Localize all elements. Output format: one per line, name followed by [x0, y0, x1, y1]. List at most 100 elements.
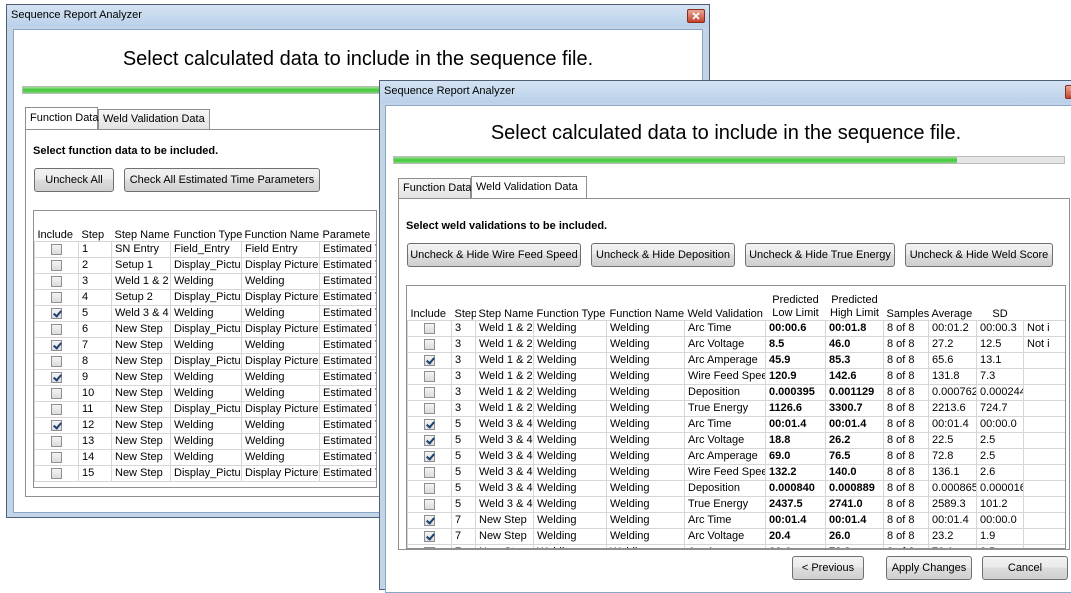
- front-col-step[interactable]: Step: [452, 286, 476, 320]
- include-checkbox[interactable]: [51, 275, 62, 287]
- table-row[interactable]: 5 Weld 3 & 4 Welding Welding Deposition 0.000…: [407, 479, 1065, 497]
- front-col-weld-validation[interactable]: Weld Validation: [685, 286, 766, 320]
- table-row[interactable]: 7New StepWeldingWeldingEstimated Ti: [34, 336, 376, 354]
- front-tab-weld-validation[interactable]: Weld Validation Data: [471, 176, 587, 198]
- back-col-function-type[interactable]: Function Type: [171, 211, 242, 241]
- table-row[interactable]: 8New StepDisplay_PictureDisplay PictureE…: [34, 352, 376, 370]
- include-checkbox[interactable]: [51, 307, 62, 319]
- include-checkbox[interactable]: [424, 466, 435, 478]
- back-col-step-name[interactable]: Step Name: [112, 211, 171, 241]
- include-checkbox[interactable]: [424, 338, 435, 350]
- check-all-estimated-time-button[interactable]: Check All Estimated Time Parameters: [124, 168, 320, 192]
- include-checkbox[interactable]: [51, 387, 62, 399]
- table-row[interactable]: 12New StepWeldingWeldingEstimated Ti: [34, 416, 376, 434]
- include-checkbox[interactable]: [424, 322, 435, 334]
- back-col-parameter[interactable]: Paramete: [320, 211, 377, 241]
- include-checkbox[interactable]: [424, 530, 435, 542]
- include-checkbox[interactable]: [51, 435, 62, 447]
- include-checkbox[interactable]: [51, 467, 62, 479]
- table-row[interactable]: 3 Weld 1 & 2 Welding Welding Deposition 0.000…: [407, 383, 1065, 401]
- table-row[interactable]: 3 Weld 1 & 2 Welding Welding Wire Feed Speed…: [407, 367, 1065, 385]
- include-checkbox[interactable]: [424, 546, 435, 548]
- include-checkbox[interactable]: [424, 450, 435, 462]
- cancel-button[interactable]: Cancel: [982, 556, 1068, 580]
- include-checkbox[interactable]: [424, 498, 435, 510]
- table-row[interactable]: 3Weld 1 & 2WeldingWeldingEstimated Ti: [34, 272, 376, 290]
- front-col-step-name[interactable]: Step Name: [476, 286, 534, 320]
- hide-wire-feed-speed-button[interactable]: Uncheck & Hide Wire Feed Speed: [407, 243, 581, 267]
- include-checkbox[interactable]: [424, 482, 435, 494]
- front-weld-validation-grid[interactable]: Include Step Step Name Function Type Fun…: [406, 285, 1066, 549]
- table-row[interactable]: 3 Weld 1 & 2 Welding Welding True Energy 1126…: [407, 399, 1065, 417]
- include-checkbox[interactable]: [424, 370, 435, 382]
- table-row[interactable]: 5 Weld 3 & 4 Welding Welding Arc Time 00:01.4…: [407, 415, 1065, 433]
- hide-weld-score-button[interactable]: Uncheck & Hide Weld Score: [905, 243, 1053, 267]
- table-row[interactable]: 1 SN Entry Field_Entry Field Entry Estimated…: [34, 240, 376, 258]
- table-row[interactable]: 3 Weld 1 & 2 Welding Welding Arc Voltage 8.5 4…: [407, 335, 1065, 353]
- cell-sd: 13.1: [976, 351, 1024, 369]
- hide-true-energy-button[interactable]: Uncheck & Hide True Energy: [745, 243, 895, 267]
- front-col-include[interactable]: Include: [408, 286, 452, 320]
- table-row[interactable]: 11New StepDisplay_PictureDisplay Picture…: [34, 400, 376, 418]
- include-checkbox[interactable]: [51, 259, 62, 271]
- previous-button[interactable]: < Previous: [792, 556, 864, 580]
- back-close-button[interactable]: [687, 9, 705, 23]
- table-row[interactable]: 6New StepDisplay_PictureDisplay PictureE…: [34, 320, 376, 338]
- include-checkbox[interactable]: [51, 371, 62, 383]
- front-col-function-name[interactable]: Function Name: [607, 286, 685, 320]
- table-row[interactable]: 7 New Step Welding Welding Arc Time 00:01.4 00…: [407, 511, 1065, 529]
- front-col-average[interactable]: Average: [929, 286, 977, 320]
- table-row[interactable]: 3 Weld 1 & 2 Welding Welding Arc Amperage 45.…: [407, 351, 1065, 369]
- include-checkbox[interactable]: [424, 418, 435, 430]
- table-row[interactable]: 5 Weld 3 & 4 Welding Welding Arc Voltage 18.8…: [407, 431, 1065, 449]
- table-row[interactable]: 13New StepWeldingWeldingEstimated Ti: [34, 432, 376, 450]
- table-row[interactable]: 2Setup 1Display_PictureDisplay PictureEs…: [34, 256, 376, 274]
- include-checkbox[interactable]: [51, 451, 62, 463]
- include-checkbox[interactable]: [51, 243, 62, 255]
- include-checkbox[interactable]: [51, 339, 62, 351]
- uncheck-all-button[interactable]: Uncheck All: [34, 168, 114, 192]
- table-row[interactable]: 5 Weld 3 & 4 Welding Welding Arc Amperage 69.…: [407, 447, 1065, 465]
- table-row[interactable]: 5Weld 3 & 4WeldingWeldingEstimated Ti: [34, 304, 376, 322]
- back-function-table: Include Step Step Name Function Type Fun…: [34, 211, 377, 482]
- front-col-predicted-high-limit[interactable]: Predicted High Limit: [826, 286, 884, 320]
- include-checkbox[interactable]: [51, 355, 62, 367]
- include-checkbox[interactable]: [51, 291, 62, 303]
- table-row[interactable]: 5 Weld 3 & 4 Welding Welding Wire Feed Speed…: [407, 463, 1065, 481]
- back-tab-weld-validation[interactable]: Weld Validation Data: [98, 109, 210, 129]
- hide-deposition-button[interactable]: Uncheck & Hide Deposition: [591, 243, 735, 267]
- table-row[interactable]: 15New StepDisplay_PictureDisplay Picture…: [34, 464, 376, 482]
- back-tab-function-data[interactable]: Function Data: [25, 107, 98, 129]
- front-col-samples[interactable]: Samples: [884, 286, 929, 320]
- include-checkbox[interactable]: [424, 386, 435, 398]
- table-row[interactable]: 7New StepWeldingWeldingArc Amperage66.47…: [407, 543, 1065, 548]
- back-title-bar[interactable]: Sequence Report Analyzer: [7, 5, 709, 28]
- include-checkbox[interactable]: [51, 323, 62, 335]
- include-checkbox[interactable]: [424, 514, 435, 526]
- apply-changes-button[interactable]: Apply Changes: [886, 556, 972, 580]
- include-checkbox[interactable]: [424, 434, 435, 446]
- include-checkbox[interactable]: [424, 354, 435, 366]
- front-close-button[interactable]: [1065, 85, 1071, 99]
- table-row[interactable]: 14New StepWeldingWeldingEstimated Ti: [34, 448, 376, 466]
- include-checkbox[interactable]: [424, 402, 435, 414]
- front-col-sd[interactable]: SD: [977, 286, 1024, 320]
- table-row[interactable]: 4Setup 2Display_PictureDisplay PictureEs…: [34, 288, 376, 306]
- include-checkbox[interactable]: [51, 403, 62, 415]
- table-row[interactable]: 7 New Step Welding Welding Arc Voltage 20.4 26…: [407, 527, 1065, 545]
- front-col-extra[interactable]: [1024, 286, 1066, 320]
- front-col-predicted-low-limit[interactable]: Predicted Low Limit: [766, 286, 826, 320]
- front-title-bar[interactable]: Sequence Report Analyzer: [380, 81, 1071, 104]
- back-col-include[interactable]: Include: [35, 211, 79, 241]
- table-row[interactable]: 5 Weld 3 & 4 Welding Welding True Energy 2437…: [407, 495, 1065, 513]
- table-row[interactable]: 3 Weld 1 & 2 Welding Welding Arc Time 00:00.6…: [407, 319, 1065, 337]
- table-row[interactable]: 10New StepWeldingWeldingEstimated Ti: [34, 384, 376, 402]
- back-function-data-grid[interactable]: Include Step Step Name Function Type Fun…: [33, 210, 377, 488]
- front-tab-function-data[interactable]: Function Data: [398, 178, 471, 198]
- back-col-step[interactable]: Step: [79, 211, 112, 241]
- table-row[interactable]: 9New StepWeldingWeldingEstimated Ti: [34, 368, 376, 386]
- include-checkbox[interactable]: [51, 419, 62, 431]
- front-col-function-type[interactable]: Function Type: [534, 286, 607, 320]
- cell-validation: True Energy: [684, 399, 766, 417]
- back-col-function-name[interactable]: Function Name: [242, 211, 320, 241]
